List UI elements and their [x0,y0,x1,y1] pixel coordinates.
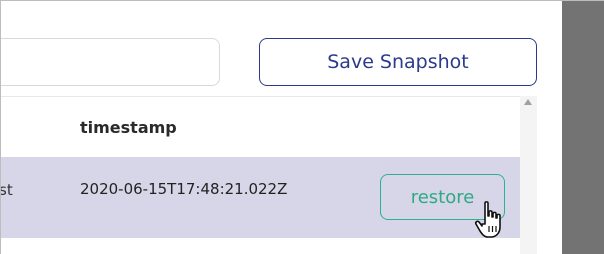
snapshot-name-input[interactable] [1,38,220,86]
save-snapshot-button[interactable]: Save Snapshot [259,38,537,86]
column-header-timestamp: timestamp [80,118,177,137]
modal-backdrop [562,1,604,254]
row-name-cell: st [1,181,13,199]
table-top-divider [1,96,520,97]
vertical-scrollbar[interactable] [520,96,537,254]
row-timestamp-cell: 2020-06-15T17:48:21.022Z [80,180,288,198]
scroll-up-arrow-icon[interactable] [523,97,533,107]
screenshot-frame: Save Snapshot timestamp st 2020-06-15T17… [0,0,604,254]
hand-pointer-icon [474,201,501,238]
